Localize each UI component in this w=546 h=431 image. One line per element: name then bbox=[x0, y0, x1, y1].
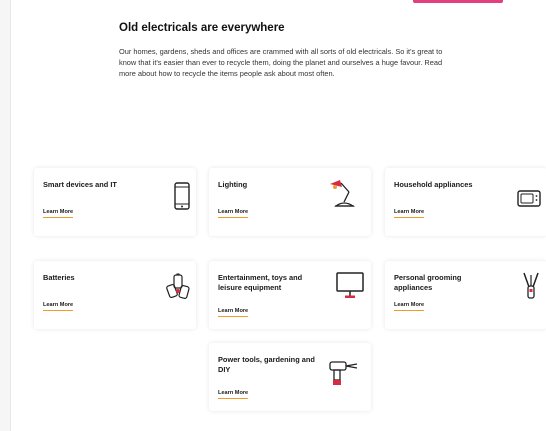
desk-lamp-icon bbox=[327, 178, 357, 210]
card-title: Power tools, gardening and DIY bbox=[218, 355, 315, 374]
section-heading: Old electricals are everywhere bbox=[119, 22, 285, 34]
intro-paragraph: Our homes, gardens, sheds and offices ar… bbox=[119, 47, 443, 78]
hair-clipper-icon bbox=[521, 271, 541, 301]
learn-more-link[interactable]: Learn More bbox=[43, 209, 74, 218]
category-card-entertainment[interactable]: Entertainment, toys and leisure equipmen… bbox=[209, 261, 371, 329]
smartphone-icon bbox=[174, 182, 190, 210]
card-title: Smart devices and IT bbox=[43, 180, 117, 189]
learn-more-link[interactable]: Learn More bbox=[394, 209, 425, 218]
monitor-icon bbox=[336, 271, 364, 299]
category-card-personal-grooming[interactable]: Personal grooming appliances Learn More bbox=[385, 261, 546, 329]
card-title: Lighting bbox=[218, 180, 248, 189]
intro-section: Old electricals are everywhere Our homes… bbox=[119, 22, 499, 79]
microwave-icon bbox=[517, 190, 541, 208]
card-title: Household appliances bbox=[394, 180, 473, 189]
page: Old electricals are everywhere Our homes… bbox=[10, 0, 546, 431]
card-title: Batteries bbox=[43, 273, 75, 282]
card-title: Entertainment, toys and leisure equipmen… bbox=[218, 273, 303, 292]
learn-more-link[interactable]: Learn More bbox=[218, 209, 249, 218]
power-drill-icon bbox=[329, 359, 359, 389]
card-title: Personal grooming appliances bbox=[394, 273, 462, 292]
learn-more-link[interactable]: Learn More bbox=[43, 302, 74, 311]
top-accent-bar bbox=[413, 0, 503, 3]
category-card-batteries[interactable]: Batteries Learn More bbox=[34, 261, 196, 329]
category-card-household-appliances[interactable]: Household appliances Learn More bbox=[385, 168, 546, 236]
learn-more-link[interactable]: Learn More bbox=[218, 308, 249, 317]
category-card-power-tools[interactable]: Power tools, gardening and DIY Learn Mor… bbox=[209, 343, 371, 411]
batteries-icon bbox=[166, 273, 190, 301]
learn-more-link[interactable]: Learn More bbox=[218, 390, 249, 399]
category-card-lighting[interactable]: Lighting Learn More bbox=[209, 168, 371, 236]
category-card-smart-devices[interactable]: Smart devices and IT Learn More bbox=[34, 168, 196, 236]
learn-more-link[interactable]: Learn More bbox=[394, 302, 425, 311]
